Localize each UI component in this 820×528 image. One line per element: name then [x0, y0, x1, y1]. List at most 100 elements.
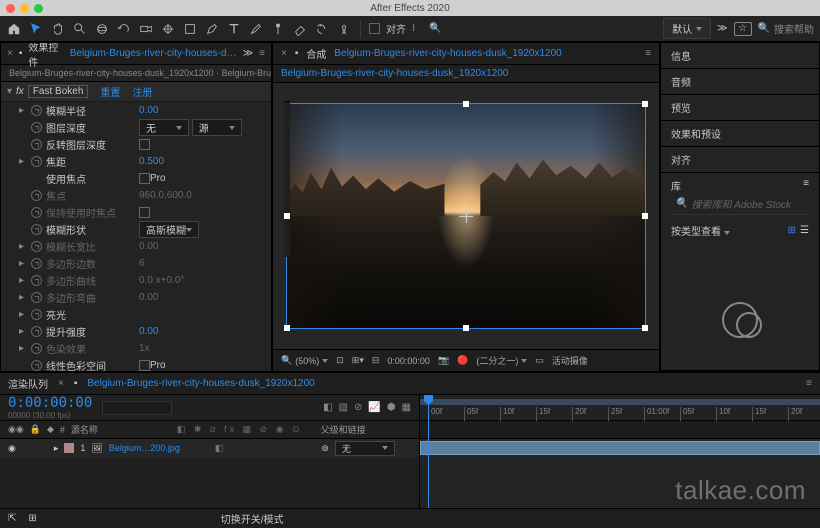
pen-tool-icon[interactable] [204, 21, 220, 37]
eraser-tool-icon[interactable] [292, 21, 308, 37]
handle-bl[interactable] [284, 325, 290, 331]
stopwatch-icon[interactable] [31, 360, 42, 371]
close-comp-tab-icon[interactable]: × [281, 48, 287, 59]
prop-dropdown-extra[interactable]: 源 [192, 119, 242, 136]
stopwatch-icon[interactable] [31, 258, 42, 269]
effects-tab-file[interactable]: Belgium-Bruges-river-city-houses-dusk_19 [70, 48, 237, 59]
list-view-icon[interactable]: ☰ [800, 225, 809, 236]
motion-blur-icon[interactable]: ⊘ [354, 402, 362, 413]
prop-twirl-icon[interactable]: ▸ [19, 309, 27, 320]
prop-value[interactable]: 0.00 [139, 105, 158, 116]
prop-twirl-icon[interactable]: ▸ [19, 292, 27, 303]
stopwatch-icon[interactable] [31, 292, 42, 303]
graph-editor-icon[interactable]: 📈 [368, 402, 380, 413]
tab-overflow-icon[interactable]: ≫ [243, 48, 253, 59]
prop-twirl-icon[interactable]: ▸ [19, 326, 27, 337]
handle-tc[interactable] [463, 101, 469, 107]
stopwatch-icon[interactable] [31, 139, 42, 150]
current-timecode[interactable]: 0:00:00:00 [8, 395, 92, 411]
resolution-full-icon[interactable]: ⊡ [336, 355, 344, 366]
stopwatch-icon[interactable] [31, 105, 42, 116]
fx-icon[interactable]: fx [16, 86, 24, 97]
prop-twirl-icon[interactable]: ▸ [19, 105, 27, 116]
prop-value[interactable]: 6 [139, 258, 145, 269]
draft-3d-icon[interactable]: ⬢ [387, 402, 396, 413]
parent-pick-icon[interactable]: ⊚ [321, 443, 329, 454]
minimize-window[interactable] [20, 4, 29, 13]
playhead[interactable] [428, 395, 429, 508]
handle-tl[interactable] [284, 101, 290, 257]
panel-音频[interactable]: 音频 [661, 69, 819, 95]
parent-dropdown[interactable]: 无 [335, 441, 395, 456]
layer-twirl-icon[interactable]: ▸ [54, 443, 59, 454]
zoom-window[interactable] [34, 4, 43, 13]
shape-tool-icon[interactable] [182, 21, 198, 37]
resolution-dropdown[interactable]: (二分之一) [476, 354, 527, 367]
source-name-col[interactable]: 源名称 [71, 423, 171, 436]
toggle-panes-icon[interactable]: ⊞ [28, 513, 36, 524]
stopwatch-icon[interactable] [31, 343, 42, 354]
switches-modes-toggle[interactable]: 切换开关/模式 [221, 511, 284, 526]
close-tab-icon[interactable]: × [7, 48, 13, 59]
composition-viewport[interactable] [273, 83, 659, 349]
prop-twirl-icon[interactable]: ▸ [19, 343, 27, 354]
prop-value[interactable]: 1x [139, 343, 150, 354]
prop-value[interactable]: 960.0,600.0 [139, 190, 192, 201]
comp-breadcrumb[interactable]: Belgium-Bruges-river-city-houses-dusk_19… [273, 65, 659, 83]
layer-quality-icon[interactable]: ◧ [215, 443, 224, 454]
timeline-tracks[interactable]: 00f05f10f15f20f25f01:00f05f10f15f20f [420, 395, 820, 508]
visibility-icon[interactable]: ◉ [8, 443, 16, 454]
prop-twirl-icon[interactable]: ▸ [19, 275, 27, 286]
layer-clip[interactable] [420, 441, 820, 455]
grid-view-icon[interactable]: ⊞ [788, 225, 796, 236]
panel-预览[interactable]: 预览 [661, 95, 819, 121]
layer-track[interactable] [420, 439, 820, 457]
handle-tr[interactable] [642, 101, 648, 107]
layer-label-color[interactable] [64, 443, 74, 453]
hand-tool-icon[interactable] [50, 21, 66, 37]
prop-checkbox[interactable] [139, 173, 150, 184]
effect-register[interactable]: 注册 [132, 84, 152, 99]
view-mode-dropdown[interactable]: 按类型查看 [671, 223, 730, 238]
stopwatch-icon[interactable] [31, 156, 42, 167]
stopwatch-icon[interactable] [31, 224, 42, 235]
library-label[interactable]: 库 [671, 178, 681, 193]
close-timeline-tab-icon[interactable]: × [58, 378, 64, 389]
current-time[interactable]: 0:00:00:00 [387, 356, 430, 366]
search-tools-icon[interactable]: 🔍 [429, 23, 441, 34]
grid-options-icon[interactable]: ⊞▾ [352, 355, 364, 366]
anchor-tool-icon[interactable] [160, 21, 176, 37]
time-ruler[interactable]: 00f05f10f15f20f25f01:00f05f10f15f20f [420, 395, 820, 421]
puppet-tool-icon[interactable] [336, 21, 352, 37]
lock-col-icon[interactable]: 🔒 [30, 424, 41, 435]
prop-checkbox[interactable] [139, 360, 150, 371]
text-tool-icon[interactable] [226, 21, 242, 37]
library-menu-icon[interactable]: ≡ [803, 178, 809, 193]
view-layout-icon[interactable]: ▭ [535, 355, 544, 366]
prop-value[interactable]: 0.00 [139, 241, 158, 252]
workspace-menu-icon[interactable]: ≫ [717, 23, 727, 34]
prop-twirl-icon[interactable]: ▸ [19, 241, 27, 252]
stopwatch-icon[interactable] [31, 190, 42, 201]
frame-blend-icon[interactable]: ▨ [339, 402, 348, 413]
comp-canvas[interactable] [286, 103, 646, 329]
num-col[interactable]: # [60, 425, 65, 435]
panel-menu-icon[interactable]: ≡ [259, 48, 265, 59]
stopwatch-icon[interactable] [31, 122, 42, 133]
panel-效果和预设[interactable]: 效果和预设 [661, 121, 819, 147]
zoom-tool-icon[interactable] [72, 21, 88, 37]
timeline-layer-row[interactable]: ◉ ▸ 1 🖼 Belgium…200.jpg ◧ ⊚ 无 [0, 439, 419, 457]
stopwatch-icon[interactable] [31, 326, 42, 337]
effect-reset[interactable]: 重置 [100, 84, 120, 99]
review-icon[interactable]: ☆ [734, 22, 752, 36]
prop-dropdown[interactable]: 无 [139, 119, 189, 136]
stopwatch-icon[interactable] [31, 309, 42, 320]
home-icon[interactable] [6, 21, 22, 37]
camera-dropdown[interactable]: 活动摄像 [552, 354, 588, 367]
snap-checkbox[interactable] [369, 23, 380, 34]
channel-icon[interactable]: 🔴 [457, 355, 468, 366]
prop-checkbox[interactable] [139, 207, 150, 218]
effect-name[interactable]: Fast Bokeh [28, 85, 89, 98]
snapshot-icon[interactable]: 📷 [438, 355, 449, 366]
parent-col[interactable]: 父级和链接 [321, 423, 366, 436]
